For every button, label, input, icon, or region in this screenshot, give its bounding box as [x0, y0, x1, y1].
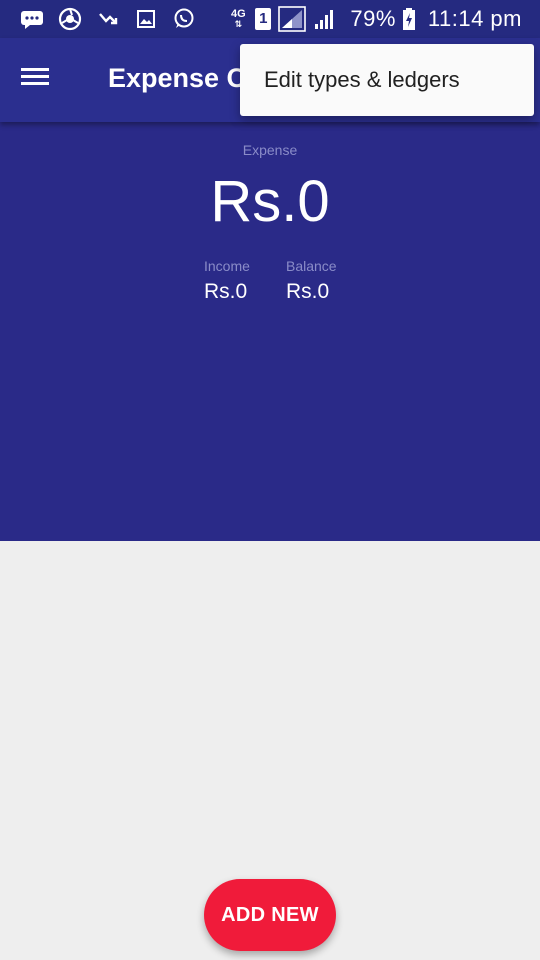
menu-item-edit-types-ledgers[interactable]: Edit types & ledgers	[264, 67, 460, 93]
network-type-text: 4G	[231, 8, 246, 20]
whatsapp-icon	[172, 7, 196, 31]
messages-icon	[20, 7, 44, 31]
missed-call-icon	[96, 7, 120, 31]
signal-icon-2	[312, 7, 336, 31]
income-value: Rs.0	[204, 280, 248, 303]
battery-percent: 79%	[350, 6, 396, 31]
network-4g-icon: 4G ⇅	[231, 8, 246, 30]
expense-amount: Rs.0	[210, 169, 330, 234]
status-bar: 4G ⇅ 1 79% 11:14 pm	[0, 0, 540, 38]
browser-icon	[58, 7, 82, 31]
notification-icons	[20, 7, 196, 31]
add-new-button[interactable]: ADD NEW	[204, 879, 336, 951]
system-icons: 4G ⇅ 1 79% 11:14 pm	[228, 0, 522, 38]
balance-value: Rs.0	[286, 280, 330, 303]
sim-icon: 1	[254, 7, 272, 31]
income-stat: Income Rs.0	[204, 258, 250, 304]
screen: 4G ⇅ 1 79% 11:14 pm Expense C Expense Rs…	[0, 0, 540, 960]
expense-summary-panel: Expense Rs.0 Income Rs.0 Balance Rs.0	[0, 122, 540, 541]
app-title: Expense C	[108, 63, 247, 93]
overflow-menu: Edit types & ledgers	[240, 44, 534, 116]
hamburger-menu-icon[interactable]	[18, 64, 54, 96]
gallery-icon	[134, 7, 158, 31]
expense-label: Expense	[242, 142, 298, 158]
signal-icon	[278, 6, 307, 32]
balance-stat: Balance Rs.0	[286, 258, 337, 304]
sim-slot-text: 1	[255, 8, 272, 30]
income-label: Income	[204, 258, 250, 274]
battery-charging-icon	[402, 7, 416, 31]
status-time: 11:14 pm	[427, 6, 522, 31]
balance-label: Balance	[286, 258, 337, 274]
